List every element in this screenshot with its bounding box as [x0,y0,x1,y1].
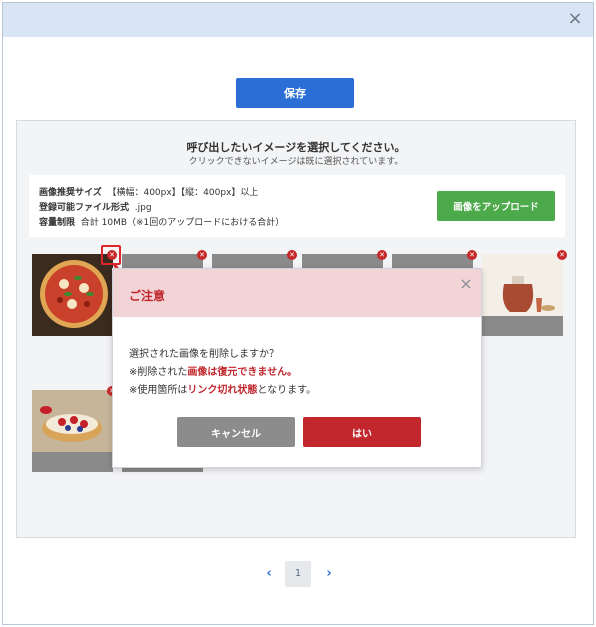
confirm-yes-button[interactable]: はい [303,417,421,447]
size-value: 【横幅：400px】【縦：400px】以上 [107,188,259,198]
image-thumbnail-tea[interactable] [482,254,563,336]
delete-icon[interactable]: ✕ [557,250,567,260]
dialog-warning-link: ※使用箇所はリンク切れ状態となります。 [129,381,316,396]
dialog-title: ご注意 [129,289,166,303]
delete-confirm-dialog: ご注意 × 選択された画像を削除しますか？ ※削除された画像は復元できません。 … [112,268,482,468]
panel-subtitle: クリックできないイメージは既に選択されています。 [188,157,404,167]
close-icon[interactable]: × [565,9,585,29]
save-button[interactable]: 保存 [236,78,354,108]
modal-header: × [3,3,593,37]
warning-text: ※削除された [129,367,188,378]
limit-label: 容量制限 [39,218,76,228]
panel-title: 呼び出したいイメージを選択してください。 [186,141,406,154]
close-icon[interactable]: × [457,275,475,293]
warning-text: ※使用箇所は [129,385,188,396]
pagination-current-page[interactable]: 1 [285,561,311,587]
pagination-prev[interactable]: ‹ [261,566,277,582]
format-info: 登録可能ファイル形式 .jpg [39,200,152,213]
size-info: 画像推奨サイズ 【横幅：400px】【縦：400px】以上 [39,185,258,198]
dialog-message: 選択された画像を削除しますか？ [129,349,279,360]
warning-emphasis: リンク切れ状態 [187,385,258,396]
dialog-header: ご注意 × [113,269,481,317]
size-label: 画像推奨サイズ [39,188,102,198]
dialog-warning-restore: ※削除された画像は復元できません。 [129,363,297,378]
delete-icon[interactable]: ✕ [377,250,387,260]
format-label: 登録可能ファイル形式 [39,203,130,213]
warning-text: となります。 [257,385,317,396]
image-thumbnail-pizza[interactable] [32,254,113,336]
upload-image-button[interactable]: 画像をアップロード [437,191,555,221]
delete-icon[interactable]: ✕ [287,250,297,260]
format-value: .jpg [134,203,152,213]
limit-value: 合計 10MB（※1回のアップロードにおける合計） [80,218,285,228]
limit-info: 容量制限 合計 10MB（※1回のアップロードにおける合計） [39,215,284,228]
pagination-next[interactable]: › [321,566,337,582]
delete-icon[interactable]: ✕ [467,250,477,260]
cancel-button[interactable]: キャンセル [177,417,295,447]
delete-icon[interactable]: ✕ [197,250,207,260]
upload-info-box: 画像推奨サイズ 【横幅：400px】【縦：400px】以上 登録可能ファイル形式… [29,175,565,237]
image-thumbnail-tart[interactable] [32,390,113,472]
warning-emphasis: 画像は復元できません。 [187,367,298,378]
